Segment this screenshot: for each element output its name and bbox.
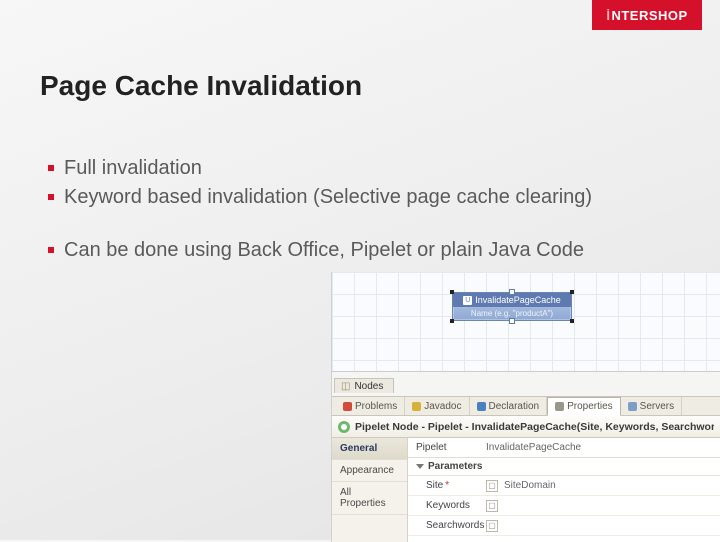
bullet-marker: [48, 194, 54, 200]
required-star: *: [445, 480, 449, 491]
bullet-spacer: [48, 213, 608, 235]
properties-icon: [555, 402, 564, 411]
bullet-item: Can be done using Back Office, Pipelet o…: [48, 237, 608, 264]
param-edit-icon[interactable]: ▢: [486, 500, 498, 512]
selection-handle[interactable]: [450, 290, 454, 294]
prop-nav-general[interactable]: General: [332, 438, 407, 460]
view-tabs: Problems Javadoc Declaration Properties …: [332, 396, 720, 416]
properties-body: General Appearance All Properties Pipele…: [332, 438, 720, 542]
brand-logo: İNTERSHOP: [592, 0, 702, 30]
param-label: Searchwords: [408, 520, 486, 531]
properties-nav: General Appearance All Properties: [332, 438, 408, 542]
pipelet-header-icon: [338, 421, 350, 433]
selection-handle[interactable]: [450, 319, 454, 323]
param-row-site[interactable]: Site* ▢ SiteDomain: [408, 476, 720, 496]
bullet-list: Full invalidation Keyword based invalida…: [48, 155, 608, 266]
pipelet-node[interactable]: U InvalidatePageCache Name (e.g. "produc…: [452, 292, 572, 321]
tab-properties[interactable]: Properties: [547, 397, 621, 416]
brand-text: NTERSHOP: [611, 8, 687, 23]
tab-servers[interactable]: Servers: [621, 397, 682, 415]
prop-nav-appearance[interactable]: Appearance: [332, 460, 407, 482]
javadoc-icon: [412, 402, 421, 411]
param-label: Keywords: [408, 500, 486, 511]
pipelet-icon: U: [463, 296, 472, 305]
tab-problems[interactable]: Problems: [336, 397, 405, 415]
selection-handle[interactable]: [570, 290, 574, 294]
tab-javadoc[interactable]: Javadoc: [405, 397, 469, 415]
properties-header: Pipelet Node - Pipelet - InvalidatePageC…: [332, 416, 720, 438]
brand-dot: İ: [606, 8, 610, 23]
node-handle-top[interactable]: [509, 289, 515, 295]
nodes-icon: ◫: [341, 381, 350, 392]
expand-icon: [416, 464, 424, 469]
parameters-section-header[interactable]: Parameters: [408, 458, 720, 476]
servers-icon: [628, 402, 637, 411]
param-row-searchwords[interactable]: Searchwords ▢: [408, 516, 720, 536]
selection-handle[interactable]: [570, 319, 574, 323]
bullet-item: Full invalidation: [48, 155, 608, 182]
pipeline-canvas[interactable]: U InvalidatePageCache Name (e.g. "produc…: [332, 272, 720, 372]
param-edit-icon[interactable]: ▢: [486, 520, 498, 532]
ide-panel: U InvalidatePageCache Name (e.g. "produc…: [332, 272, 720, 542]
param-value: SiteDomain: [504, 480, 720, 491]
bullet-item: Keyword based invalidation (Selective pa…: [48, 184, 608, 211]
bullet-marker: [48, 165, 54, 171]
tab-declaration[interactable]: Declaration: [470, 397, 548, 415]
palette-tab-nodes[interactable]: ◫ Nodes: [334, 378, 394, 393]
pipelet-row-label: Pipelet: [408, 442, 486, 453]
param-edit-icon[interactable]: ▢: [486, 480, 498, 492]
declaration-icon: [477, 402, 486, 411]
pipelet-node-title: U InvalidatePageCache: [453, 293, 571, 307]
prop-nav-all[interactable]: All Properties: [332, 482, 407, 515]
properties-header-text: Pipelet Node - Pipelet - InvalidatePageC…: [355, 421, 714, 433]
pipelet-row: Pipelet InvalidatePageCache: [408, 438, 720, 458]
node-handle-bottom[interactable]: [509, 318, 515, 324]
bullet-marker: [48, 247, 54, 253]
properties-content: Pipelet InvalidatePageCache Parameters S…: [408, 438, 720, 542]
problems-icon: [343, 402, 352, 411]
pipelet-row-value: InvalidatePageCache: [486, 442, 720, 453]
page-title: Page Cache Invalidation: [40, 70, 362, 102]
param-label: Site*: [408, 480, 486, 491]
param-row-keywords[interactable]: Keywords ▢: [408, 496, 720, 516]
